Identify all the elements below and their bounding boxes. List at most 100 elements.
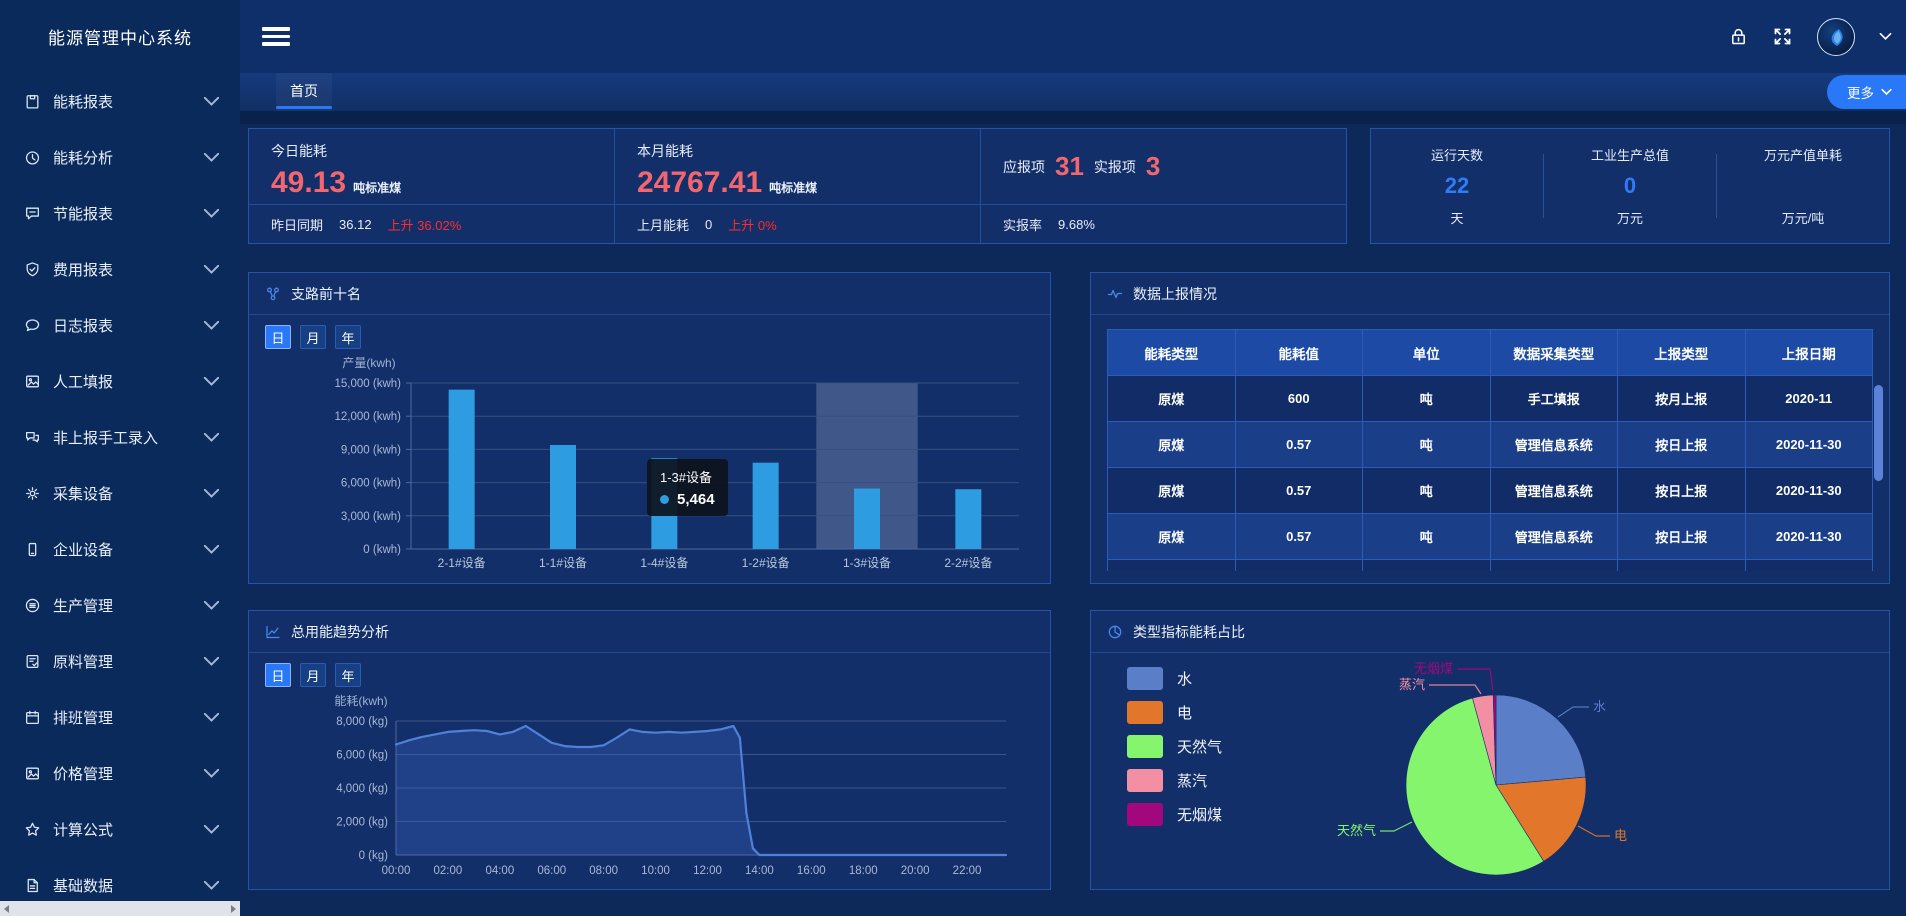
sidebar-item-节能报表[interactable]: 节能报表 — [0, 185, 240, 241]
more-button-label: 更多 — [1847, 82, 1874, 102]
sidebar-item-生产管理[interactable]: 生产管理 — [0, 577, 240, 633]
table-cell: 2020-11-30 — [1745, 468, 1873, 514]
period-tab-日[interactable]: 日 — [265, 663, 291, 687]
sidebar-item-日志报表[interactable]: 日志报表 — [0, 297, 240, 353]
table-cell: 0.57 — [1235, 422, 1363, 468]
chevron-down-icon[interactable] — [1879, 32, 1892, 41]
stats-panel: 今日能耗 49.13吨标准煤 昨日同期 36.12 上升 36.02% 本月能耗… — [248, 128, 1347, 244]
sidebar-item-label: 非上报手工录入 — [53, 427, 158, 448]
period-tab-年[interactable]: 年 — [335, 325, 361, 349]
table-row: 原煤0.57吨管理信息系统按日上报2020-11-30 — [1108, 514, 1873, 560]
fullscreen-icon[interactable] — [1772, 26, 1793, 47]
stat-title: 本月能耗 — [637, 141, 980, 161]
panel-title: 数据上报情况 — [1133, 284, 1217, 304]
chevron-down-icon — [203, 261, 220, 278]
stat-card-report: 应报项 31 实报项 3 实报率 9.68% — [980, 129, 1346, 243]
period-tab-月[interactable]: 月 — [300, 325, 326, 349]
svg-text:无烟煤: 无烟煤 — [1414, 661, 1453, 676]
chevron-down-icon — [203, 877, 220, 894]
stat-trend: 上升 0% — [728, 215, 776, 234]
period-tab-月[interactable]: 月 — [300, 663, 326, 687]
sidebar-item-label: 价格管理 — [53, 763, 113, 784]
analysis-icon — [24, 149, 41, 166]
chevron-down-icon — [203, 205, 220, 222]
stat-footer-label: 上月能耗 — [637, 215, 689, 234]
sidebar-item-能耗分析[interactable]: 能耗分析 — [0, 129, 240, 185]
chevron-down-icon — [203, 709, 220, 726]
table-cell: 吨 — [1363, 422, 1491, 468]
energy-trend-panel: 总用能趋势分析 日月年 能耗(kwh)0 (kg)2,000 (kg)4,000… — [248, 610, 1051, 890]
table-cell: 按日上报 — [1618, 422, 1746, 468]
tab-home-label: 首页 — [290, 83, 318, 99]
sidebar-scrollbar[interactable] — [0, 901, 240, 916]
pie-chart-icon — [1107, 624, 1123, 640]
table-row: 原煤0.57吨管理信息系统按日上报2020-11-30 — [1108, 468, 1873, 514]
sidebar-item-采集设备[interactable]: 采集设备 — [0, 465, 240, 521]
svg-text:08:00: 08:00 — [589, 865, 618, 877]
avatar[interactable] — [1817, 18, 1855, 56]
table-header-cell: 上报日期 — [1745, 330, 1873, 376]
bar-chart-period-tabs: 日月年 — [265, 325, 361, 349]
period-tab-年[interactable]: 年 — [335, 663, 361, 687]
bar-chart: 产量(kwh)0 (kwh)3,000 (kwh)6,000 (kwh)9,00… — [261, 353, 1039, 581]
stat-trend: 上升 36.02% — [388, 215, 462, 234]
sidebar-item-计算公式[interactable]: 计算公式 — [0, 801, 240, 857]
svg-text:1-1#设备: 1-1#设备 — [539, 556, 587, 570]
summary-unit: 天 — [1371, 208, 1543, 227]
production-icon — [24, 597, 41, 614]
gear-icon — [24, 485, 41, 502]
svg-text:1-4#设备: 1-4#设备 — [640, 556, 688, 570]
table-cell: 按日上报 — [1618, 514, 1746, 560]
table-row: 原煤0.57吨管理信息系统按日上报2020-11-30 — [1108, 560, 1873, 572]
table-cell: 0.57 — [1235, 560, 1363, 572]
table-cell: 吨 — [1363, 468, 1491, 514]
svg-text:15,000 (kwh): 15,000 (kwh) — [335, 378, 402, 390]
table-cell: 管理信息系统 — [1490, 468, 1618, 514]
menu-icon[interactable] — [262, 27, 290, 47]
svg-text:6,000 (kg): 6,000 (kg) — [336, 750, 388, 762]
summary-label: 工业生产总值 — [1544, 145, 1716, 164]
material-icon — [24, 653, 41, 670]
sidebar-item-排班管理[interactable]: 排班管理 — [0, 689, 240, 745]
scroll-right-icon[interactable] — [231, 905, 236, 913]
line-chart: 能耗(kwh)0 (kg)2,000 (kg)4,000 (kg)6,000 (… — [261, 691, 1039, 889]
table-scrollbar-thumb[interactable] — [1874, 385, 1883, 481]
sidebar-item-label: 节能报表 — [53, 203, 113, 224]
svg-text:水: 水 — [1593, 699, 1606, 714]
svg-text:3,000 (kwh): 3,000 (kwh) — [341, 511, 401, 523]
sidebar-item-原料管理[interactable]: 原料管理 — [0, 633, 240, 689]
data-report-panel: 数据上报情况 能耗类型能耗值单位数据采集类型上报类型上报日期 原煤600吨手工填… — [1090, 272, 1890, 584]
line-chart-period-tabs: 日月年 — [265, 663, 361, 687]
more-button[interactable]: 更多 — [1827, 75, 1906, 109]
period-tab-日[interactable]: 日 — [265, 325, 291, 349]
summary-unit: 万元 — [1544, 208, 1716, 227]
lock-icon[interactable] — [1729, 27, 1748, 46]
stat-value: 49.13 — [271, 166, 346, 199]
scroll-left-icon[interactable] — [4, 905, 9, 913]
table-cell: 0.57 — [1235, 514, 1363, 560]
sidebar-item-企业设备[interactable]: 企业设备 — [0, 521, 240, 577]
sidebar-item-非上报手工录入[interactable]: 非上报手工录入 — [0, 409, 240, 465]
sidebar-item-能耗报表[interactable]: 能耗报表 — [0, 73, 240, 129]
table-header-cell: 能耗类型 — [1108, 330, 1236, 376]
summary-value — [1717, 173, 1889, 199]
sidebar-item-label: 排班管理 — [53, 707, 113, 728]
svg-text:6,000 (kwh): 6,000 (kwh) — [341, 478, 401, 490]
svg-text:产量(kwh): 产量(kwh) — [342, 356, 395, 370]
sidebar-item-人工填报[interactable]: 人工填报 — [0, 353, 240, 409]
sidebar-item-价格管理[interactable]: 价格管理 — [0, 745, 240, 801]
stat-card-month: 本月能耗 24767.41吨标准煤 上月能耗 0 上升 0% — [614, 129, 980, 243]
energy-ratio-panel: 类型指标能耗占比 水电天然气蒸汽无烟煤 水电天然气蒸汽无烟煤 — [1090, 610, 1890, 890]
svg-text:9,000 (kwh): 9,000 (kwh) — [341, 444, 401, 456]
pie-chart: 水电天然气蒸汽无烟煤 — [1091, 653, 1881, 889]
tab-home[interactable]: 首页 — [276, 73, 332, 111]
sidebar-item-label: 能耗报表 — [53, 91, 113, 112]
sidebar-item-label: 人工填报 — [53, 371, 113, 392]
table-cell: 吨 — [1363, 560, 1491, 572]
svg-text:06:00: 06:00 — [537, 865, 566, 877]
svg-text:1-3#设备: 1-3#设备 — [843, 556, 891, 570]
sidebar-item-label: 原料管理 — [53, 651, 113, 672]
sidebar-item-费用报表[interactable]: 费用报表 — [0, 241, 240, 297]
pulse-icon — [1107, 286, 1123, 302]
table-header-cell: 数据采集类型 — [1490, 330, 1618, 376]
